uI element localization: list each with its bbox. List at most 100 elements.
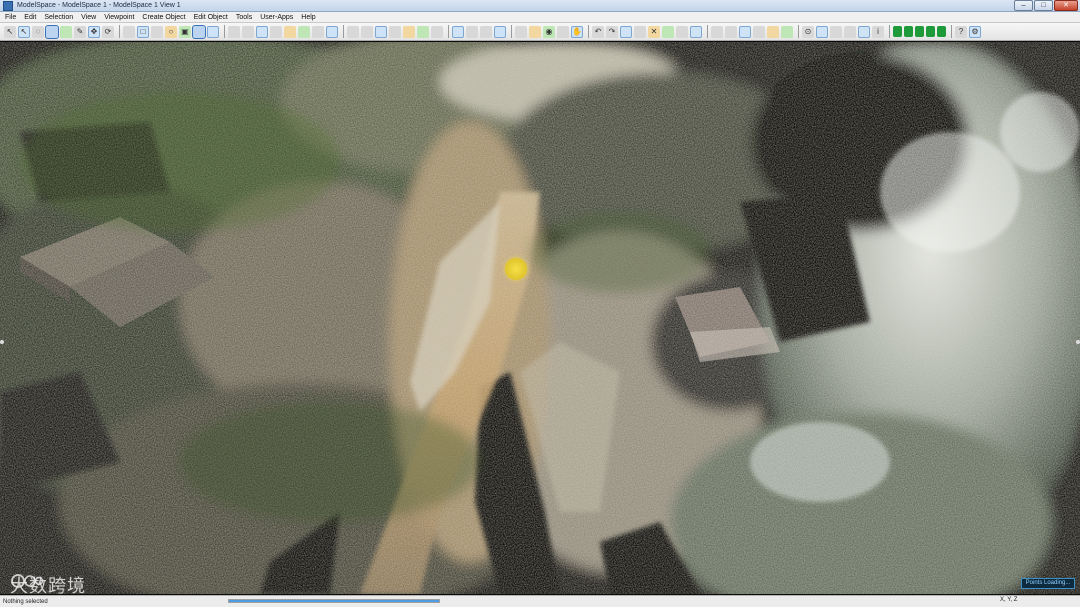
image-icon[interactable] bbox=[557, 25, 569, 38]
zoom-extents-icon[interactable] bbox=[298, 25, 310, 38]
maximize-button[interactable]: □ bbox=[1034, 0, 1053, 11]
green-bar-3-icon[interactable] bbox=[915, 26, 924, 37]
undo-icon[interactable]: ↶ bbox=[592, 25, 604, 38]
copy-icon[interactable] bbox=[620, 25, 632, 38]
orbit-icon[interactable] bbox=[256, 25, 268, 38]
menu-file[interactable]: File bbox=[0, 14, 20, 21]
fit-icon[interactable] bbox=[816, 25, 828, 38]
redo-view-icon[interactable] bbox=[326, 25, 338, 38]
window-controls: – □ ✕ bbox=[1013, 0, 1078, 11]
measure-icon[interactable] bbox=[123, 25, 135, 38]
selection-status: Nothing selected bbox=[3, 598, 48, 605]
visual-icon[interactable] bbox=[361, 25, 373, 38]
minimize-button[interactable]: – bbox=[1014, 0, 1033, 11]
rotate-icon[interactable]: ⟳ bbox=[102, 25, 114, 38]
app-icon bbox=[3, 0, 13, 11]
circle-icon[interactable]: ○ bbox=[165, 25, 177, 38]
point-size-icon[interactable] bbox=[466, 25, 478, 38]
intensity-icon[interactable] bbox=[389, 25, 401, 38]
green-bar-5-icon[interactable] bbox=[937, 26, 946, 37]
walk-icon[interactable] bbox=[242, 25, 254, 38]
watermark: 大数跨境 bbox=[10, 572, 86, 594]
toolbar-separator bbox=[951, 25, 952, 38]
green-bar-2-icon[interactable] bbox=[904, 26, 913, 37]
snap-icon[interactable] bbox=[690, 25, 702, 38]
section-icon[interactable] bbox=[844, 25, 856, 38]
menu-viewpoint[interactable]: Viewpoint bbox=[100, 14, 138, 21]
limit-box-icon[interactable] bbox=[403, 25, 415, 38]
toolbar-separator bbox=[588, 25, 589, 38]
status-bar: Nothing selected X, Y, Z bbox=[0, 595, 1080, 607]
green-bar-4-icon[interactable] bbox=[926, 26, 935, 37]
menu-user-apps[interactable]: User-Apps bbox=[256, 14, 297, 21]
iso-view-icon[interactable] bbox=[753, 25, 765, 38]
pencil-icon[interactable]: ✎ bbox=[74, 25, 86, 38]
cloud-icon[interactable] bbox=[431, 25, 443, 38]
toolbar-separator bbox=[119, 25, 120, 38]
green-bar-1-icon[interactable] bbox=[893, 26, 902, 37]
delete-icon[interactable]: ✕ bbox=[648, 25, 660, 38]
polygon-icon[interactable] bbox=[151, 25, 163, 38]
cube-icon[interactable]: ▣ bbox=[179, 25, 191, 38]
menu-selection[interactable]: Selection bbox=[40, 14, 77, 21]
select-arrow-icon[interactable]: ↖ bbox=[4, 25, 16, 38]
top-view-icon[interactable] bbox=[739, 25, 751, 38]
select-plus-icon[interactable]: ↖ bbox=[18, 25, 30, 38]
camera-icon[interactable]: ◉ bbox=[543, 25, 555, 38]
zoom-window-icon[interactable] bbox=[192, 24, 206, 39]
hand-icon[interactable]: ✋ bbox=[571, 25, 583, 38]
paste-icon[interactable] bbox=[634, 25, 646, 38]
left-resize-handle[interactable] bbox=[0, 340, 4, 344]
color-icon[interactable] bbox=[375, 25, 387, 38]
group-icon[interactable] bbox=[662, 25, 674, 38]
pick-point-marker[interactable] bbox=[505, 258, 527, 280]
point-cloud-viewport[interactable]: 大数跨境 Points Loading... bbox=[0, 42, 1080, 594]
slice-icon[interactable] bbox=[417, 25, 429, 38]
display-mode-icon[interactable] bbox=[452, 25, 464, 38]
menu-edit[interactable]: Edit bbox=[20, 14, 40, 21]
menu-edit-object[interactable]: Edit Object bbox=[190, 14, 232, 21]
front-view-icon[interactable] bbox=[725, 25, 737, 38]
brush-icon[interactable] bbox=[60, 25, 72, 38]
toolbar-separator bbox=[343, 25, 344, 38]
zoom-icon[interactable] bbox=[284, 25, 296, 38]
title-bar: ModelSpace - ModelSpace 1 - ModelSpace 1… bbox=[0, 0, 1080, 12]
right-resize-handle[interactable] bbox=[1076, 340, 1080, 344]
settings-icon[interactable]: ⚙ bbox=[969, 25, 981, 38]
help-icon[interactable]: ? bbox=[955, 25, 967, 38]
window-title: ModelSpace - ModelSpace 1 - ModelSpace 1… bbox=[17, 2, 181, 9]
fence-icon[interactable] bbox=[45, 24, 59, 39]
menu-help[interactable]: Help bbox=[297, 14, 319, 21]
clip-icon[interactable] bbox=[830, 25, 842, 38]
pointer-icon[interactable] bbox=[858, 25, 870, 38]
menu-view[interactable]: View bbox=[77, 14, 100, 21]
lasso-icon[interactable]: ◌ bbox=[32, 25, 44, 38]
redo-icon[interactable]: ↷ bbox=[606, 25, 618, 38]
view-cube-icon[interactable] bbox=[711, 25, 723, 38]
menu-tools[interactable]: Tools bbox=[232, 14, 256, 21]
target-icon[interactable]: ⊙ bbox=[802, 25, 814, 38]
ortho-icon[interactable] bbox=[781, 25, 793, 38]
rectangle-icon[interactable]: □ bbox=[137, 25, 149, 38]
toolbar-separator bbox=[511, 25, 512, 38]
render-icon[interactable] bbox=[529, 25, 541, 38]
undo-view-icon[interactable] bbox=[312, 25, 324, 38]
toolbar-separator bbox=[224, 25, 225, 38]
seek-icon[interactable] bbox=[207, 25, 219, 38]
toolbar-separator bbox=[448, 25, 449, 38]
perspective-icon[interactable] bbox=[767, 25, 779, 38]
info-icon[interactable]: i bbox=[872, 25, 884, 38]
grid-icon[interactable] bbox=[515, 25, 527, 38]
close-button[interactable]: ✕ bbox=[1054, 0, 1078, 11]
ungroup-icon[interactable] bbox=[676, 25, 688, 38]
light-icon[interactable] bbox=[494, 25, 506, 38]
fly-icon[interactable] bbox=[270, 25, 282, 38]
layers-icon[interactable] bbox=[347, 25, 359, 38]
point-cloud-render bbox=[0, 42, 1080, 594]
points-loading-label: Points Loading... bbox=[1025, 580, 1071, 586]
points-loading-indicator: Points Loading... bbox=[1021, 578, 1075, 589]
pan-icon[interactable] bbox=[228, 25, 240, 38]
shading-icon[interactable] bbox=[480, 25, 492, 38]
move-icon[interactable]: ✥ bbox=[88, 25, 100, 38]
menu-create-object[interactable]: Create Object bbox=[138, 14, 189, 21]
